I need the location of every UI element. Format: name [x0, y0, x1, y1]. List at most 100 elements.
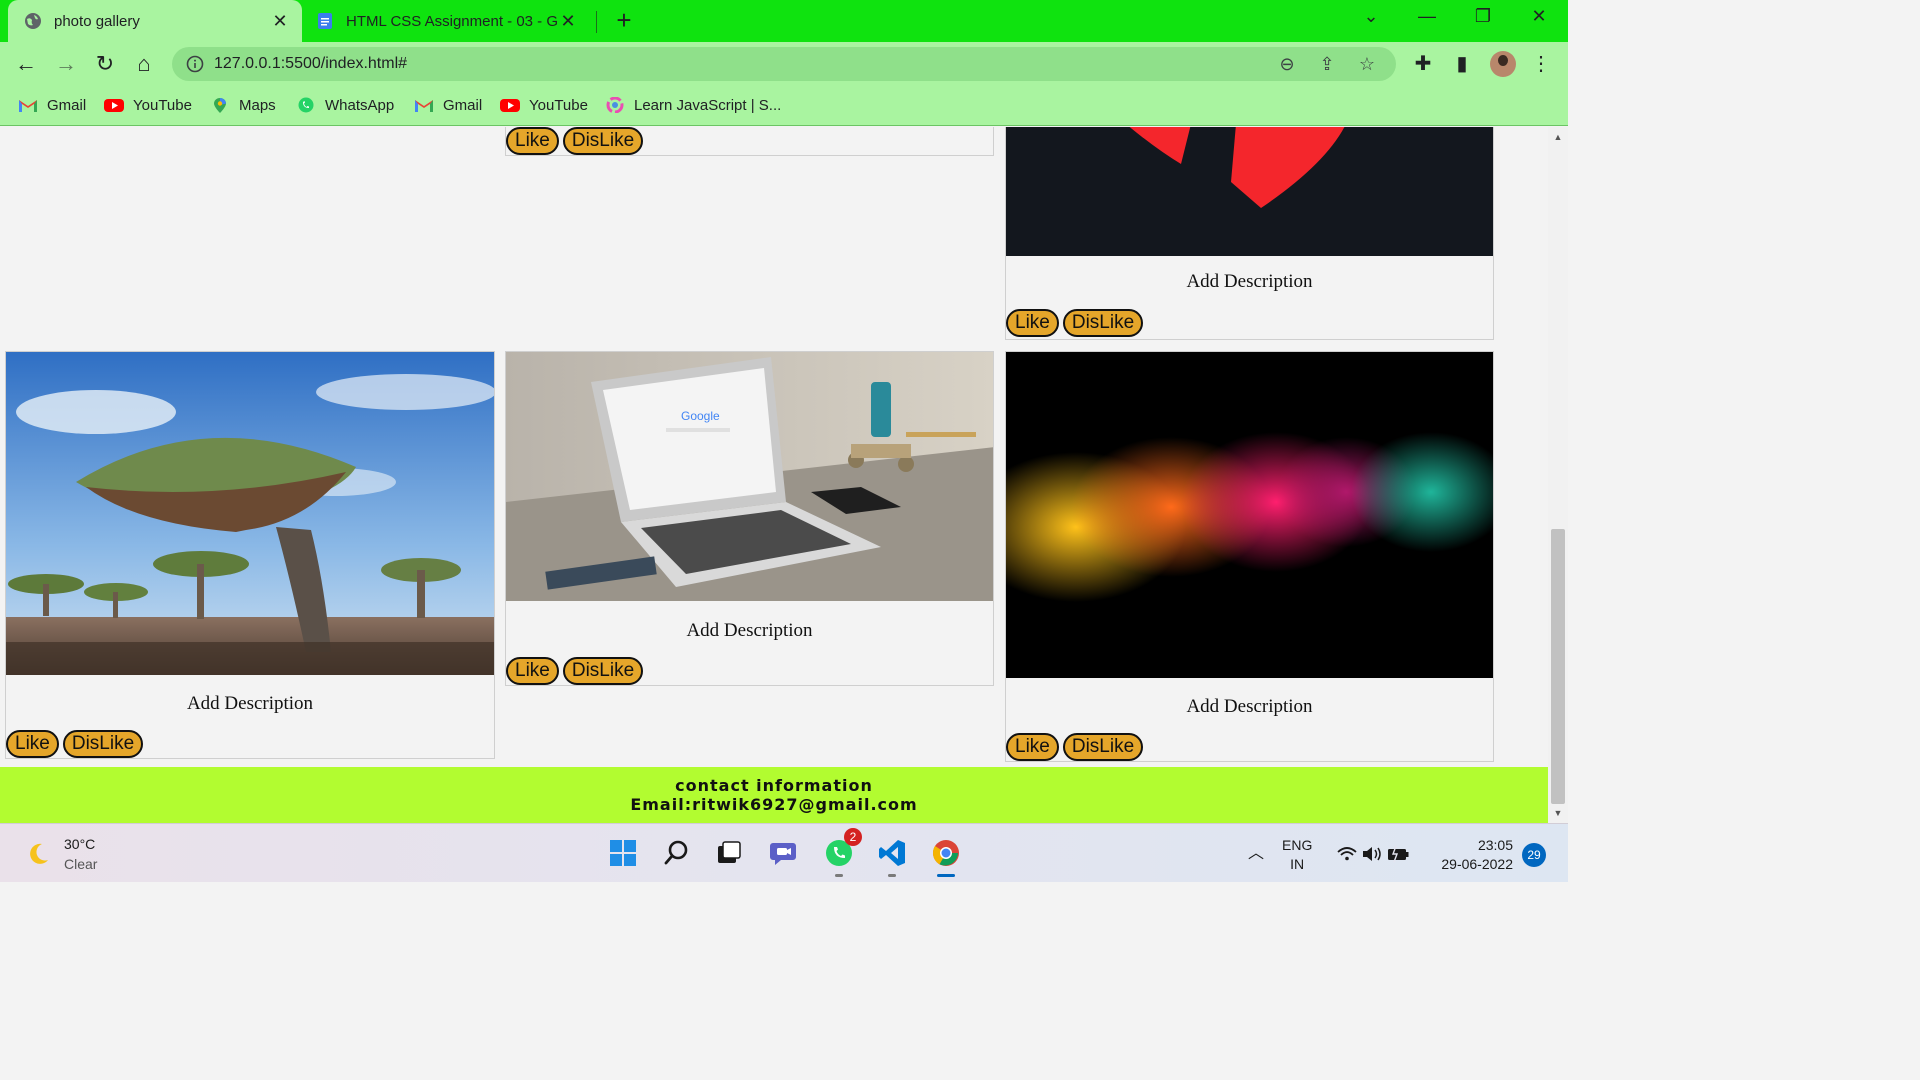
weather-temperature: 30°C [64, 836, 96, 852]
active-indicator [937, 874, 955, 877]
site-info-icon[interactable] [186, 55, 204, 73]
learn-js-icon [606, 97, 624, 113]
scrollbar-thumb[interactable] [1551, 529, 1565, 804]
whatsapp-icon [298, 97, 314, 113]
bookmark-learn-javascript[interactable]: Learn JavaScript | S... [605, 94, 781, 116]
dislike-button[interactable]: DisLike [562, 657, 644, 685]
weather-widget[interactable]: 30°C Clear [24, 834, 97, 874]
like-button[interactable]: Like [506, 657, 559, 685]
clock-time: 23:05 [1477, 837, 1513, 853]
clock-date: 29-06-2022 [1441, 856, 1513, 872]
tab-html-css-assignment[interactable]: HTML CSS Assignment - 03 - Goo ✕ [306, 0, 590, 42]
start-button[interactable] [606, 836, 640, 870]
windows-logo-icon [610, 840, 636, 866]
language-indicator[interactable]: ENG IN [1282, 836, 1312, 874]
bookmark-youtube-2[interactable]: YouTube [500, 94, 588, 116]
bookmark-maps[interactable]: Maps [210, 94, 276, 116]
battery-icon [1388, 845, 1409, 863]
like-button[interactable]: Like [1006, 733, 1059, 761]
contact-footer: contact information Email:ritwik6927@gma… [0, 767, 1548, 823]
forward-icon[interactable]: → [52, 50, 80, 78]
minimize-icon[interactable]: — [1412, 6, 1442, 32]
vscode-taskbar-button[interactable] [875, 836, 909, 877]
home-icon[interactable]: ⌂ [130, 50, 158, 78]
dragon-trees-image [6, 352, 494, 675]
windows-taskbar: 30°C Clear 2 ︿ ENG IN 23:05 29-06-2022 2… [0, 823, 1568, 882]
like-button[interactable]: Like [506, 127, 559, 155]
bookmark-label: YouTube [529, 96, 588, 114]
new-tab-button[interactable]: + [610, 6, 638, 36]
browser-toolbar: ← → ↻ ⌂ 127.0.0.1:5500/index.html# ⊖ ⇪ ☆… [0, 42, 1568, 86]
back-icon[interactable]: ← [12, 50, 40, 78]
restore-icon[interactable]: ❐ [1468, 6, 1498, 32]
menu-icon[interactable]: ⋮ [1529, 52, 1553, 76]
bookmark-gmail[interactable]: Gmail [18, 94, 86, 116]
show-hidden-icons-button[interactable]: ︿ [1248, 844, 1264, 863]
like-button[interactable]: Like [6, 730, 59, 758]
chrome-icon [932, 840, 959, 866]
running-indicator [888, 874, 896, 877]
vote-buttons: Like DisLike [1006, 309, 1144, 337]
globe-icon [25, 13, 41, 29]
tab-title: photo gallery [54, 12, 140, 30]
scroll-up-arrow-icon[interactable]: ▲ [1548, 129, 1568, 145]
gmail-icon [415, 100, 433, 112]
weather-condition: Clear [64, 856, 98, 872]
dislike-button[interactable]: DisLike [1062, 733, 1144, 761]
color-powder-image [1006, 352, 1493, 678]
vote-buttons: Like DisLike [6, 730, 144, 758]
bookmark-gmail-2[interactable]: Gmail [414, 94, 482, 116]
zoom-out-icon[interactable]: ⊖ [1276, 53, 1298, 75]
whatsapp-unread-badge: 2 [844, 828, 862, 846]
task-view-icon [718, 841, 741, 863]
task-view-button[interactable] [712, 836, 746, 870]
vscode-icon [879, 840, 905, 866]
tab-photo-gallery[interactable]: photo gallery ✕ [8, 0, 302, 42]
chat-icon [770, 843, 796, 865]
region-code: IN [1290, 856, 1305, 872]
whatsapp-taskbar-button[interactable]: 2 [822, 828, 862, 877]
side-panel-icon[interactable]: ▮ [1450, 52, 1474, 76]
notification-center-badge[interactable]: 29 [1522, 843, 1546, 867]
clock[interactable]: 23:05 29-06-2022 [1433, 836, 1513, 874]
card-description: Add Description [186, 693, 314, 714]
bookmark-whatsapp[interactable]: WhatsApp [296, 94, 394, 116]
gallery-card: Add Description Like DisLike [1005, 351, 1494, 762]
reload-icon[interactable]: ↻ [91, 50, 119, 78]
bookmark-label: WhatsApp [325, 96, 395, 114]
dislike-button[interactable]: DisLike [1062, 309, 1144, 337]
extensions-icon[interactable]: ✚ [1411, 52, 1435, 76]
card-description: Add Description [1186, 696, 1313, 717]
bookmark-youtube[interactable]: YouTube [104, 94, 192, 116]
bookmark-label: Maps [239, 96, 276, 114]
gallery-photo-red-shape [1006, 127, 1493, 256]
bookmark-label: Learn JavaScript | S... [634, 96, 782, 114]
card-description: Add Description [686, 620, 813, 641]
volume-icon [1363, 847, 1381, 861]
page-scrollbar[interactable]: ▲ ▼ [1548, 127, 1568, 823]
tab-search-icon[interactable]: ⌄ [1356, 6, 1386, 32]
search-button[interactable] [660, 836, 694, 870]
tray-status-icons [1337, 845, 1409, 863]
profile-avatar[interactable] [1490, 51, 1516, 77]
teams-chat-button[interactable] [767, 836, 801, 870]
tab-title: HTML CSS Assignment - 03 - Goo [346, 12, 558, 30]
bookmark-star-icon[interactable]: ☆ [1356, 53, 1378, 75]
like-button[interactable]: Like [1006, 309, 1059, 337]
red-shape-image [1006, 127, 1493, 256]
url-text: 127.0.0.1:5500/index.html# [214, 55, 408, 72]
share-icon[interactable]: ⇪ [1316, 53, 1338, 75]
dislike-button[interactable]: DisLike [562, 127, 644, 155]
vote-buttons: Like DisLike [506, 657, 644, 685]
dislike-button[interactable]: DisLike [62, 730, 144, 758]
address-bar[interactable]: 127.0.0.1:5500/index.html# ⊖ ⇪ ☆ [172, 47, 1396, 81]
bookmark-label: YouTube [133, 96, 192, 114]
chrome-taskbar-button[interactable] [929, 836, 963, 877]
system-tray-status[interactable] [1336, 844, 1412, 869]
scroll-down-arrow-icon[interactable]: ▼ [1548, 805, 1568, 821]
gallery-photo-dragon-trees [6, 352, 494, 675]
close-tab-icon[interactable]: ✕ [558, 11, 578, 32]
close-tab-icon[interactable]: ✕ [270, 11, 290, 32]
close-window-icon[interactable]: ✕ [1524, 6, 1554, 32]
gallery-card: Add Description Like DisLike [5, 351, 495, 759]
